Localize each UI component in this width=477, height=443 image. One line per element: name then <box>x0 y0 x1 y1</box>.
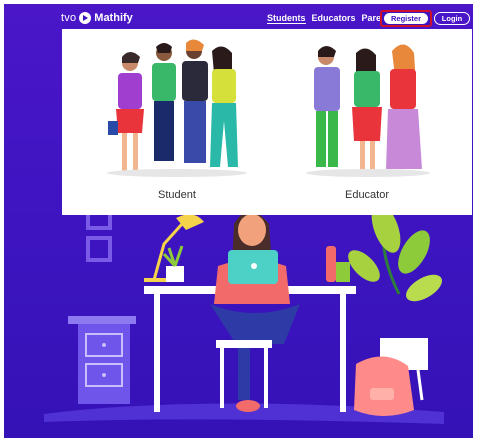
nav-link-educators[interactable]: Educators <box>312 13 356 24</box>
students-illustration <box>107 39 247 177</box>
educators-illustration <box>306 44 430 177</box>
hero-section: tvo Mathify Students Educators Parents R… <box>4 4 473 438</box>
register-role-menu: Student Educator <box>62 29 472 215</box>
register-button[interactable]: Register <box>380 10 432 27</box>
tvo-play-logo-icon <box>79 12 92 24</box>
brand-prefix: tvo <box>61 12 77 24</box>
nav-links: Students Educators Parents <box>267 13 395 24</box>
brand-logo[interactable]: tvo Mathify <box>61 11 133 25</box>
register-option-student-label: Student <box>158 189 196 201</box>
page: tvo Mathify Students Educators Parents R… <box>0 0 477 443</box>
nav-link-students[interactable]: Students <box>267 13 306 24</box>
register-option-student[interactable]: Student <box>82 29 272 215</box>
brand-name: Mathify <box>94 12 133 24</box>
register-option-educator-label: Educator <box>344 189 390 201</box>
register-button-label: Register <box>384 13 428 24</box>
top-nav-bar: tvo Mathify Students Educators Parents R… <box>4 4 473 32</box>
register-option-educator[interactable]: Educator <box>272 29 462 215</box>
login-button[interactable]: Login <box>434 12 470 25</box>
